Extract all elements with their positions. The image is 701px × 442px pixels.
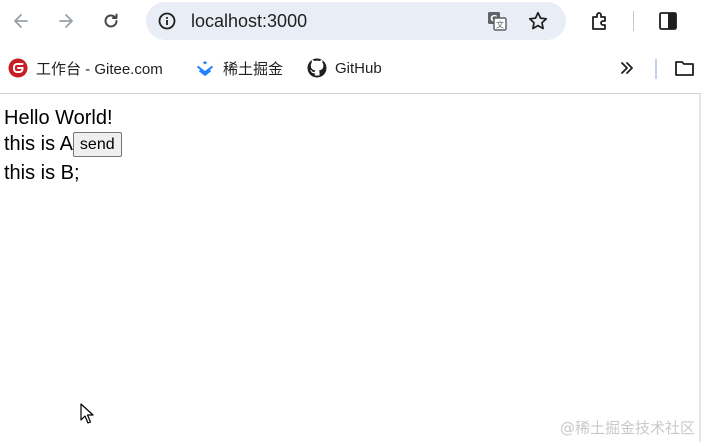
reload-button[interactable] <box>96 6 126 36</box>
component-b-text: this is B; <box>4 162 80 184</box>
back-button[interactable] <box>6 6 36 36</box>
bookmarks-separator <box>655 59 657 79</box>
folder-icon <box>675 61 694 76</box>
bookmark-gitee[interactable]: 工作台 - Gitee.com <box>8 57 163 79</box>
bookmark-label: 稀土掘金 <box>223 60 284 78</box>
component-a: this is Asend <box>4 132 122 158</box>
side-panel-button[interactable] <box>653 6 683 36</box>
bookmark-label: GitHub <box>335 59 382 77</box>
reload-icon <box>104 13 118 28</box>
translate-icon: G 文 <box>488 12 507 31</box>
arrow-left-icon <box>14 14 28 28</box>
info-icon <box>158 12 176 30</box>
translate-button[interactable]: G 文 <box>483 7 511 35</box>
bookmark-star-button[interactable] <box>524 7 552 35</box>
mouse-cursor-icon <box>80 403 94 424</box>
star-icon <box>528 11 548 30</box>
page-content: Hello World! this is Asend this is B; <box>0 94 701 442</box>
hello-text: Hello World! <box>4 107 113 129</box>
address-bar[interactable]: localhost:3000 G 文 <box>146 2 566 40</box>
bookmark-label: 工作台 - Gitee.com <box>36 60 163 78</box>
bookmarks-bar: 工作台 - Gitee.com 稀土掘金 GitHub <box>0 44 701 92</box>
extensions-button[interactable] <box>585 6 615 36</box>
side-panel-icon <box>659 12 677 30</box>
toolbar-separator <box>633 11 634 31</box>
double-chevron-right-icon <box>621 62 633 74</box>
site-info-button[interactable] <box>152 6 182 36</box>
send-button[interactable]: send <box>72 132 122 158</box>
puzzle-icon <box>592 12 606 30</box>
bookmark-github[interactable]: GitHub <box>307 57 382 79</box>
svg-text:文: 文 <box>496 20 504 30</box>
watermark: @稀土掘金技术社区 <box>559 419 695 437</box>
gitee-icon <box>8 58 28 78</box>
bookmark-juejin[interactable]: 稀土掘金 <box>195 57 283 79</box>
forward-button[interactable] <box>51 6 81 36</box>
more-bookmarks-button[interactable] <box>614 55 640 81</box>
url-text: localhost:3000 <box>191 11 308 31</box>
arrow-right-icon <box>59 14 73 28</box>
component-a-text: this is A <box>4 133 73 155</box>
juejin-icon <box>195 58 215 78</box>
all-bookmarks-button[interactable] <box>673 55 701 81</box>
browser-toolbar: localhost:3000 G 文 <box>0 0 701 42</box>
github-icon <box>307 58 327 78</box>
